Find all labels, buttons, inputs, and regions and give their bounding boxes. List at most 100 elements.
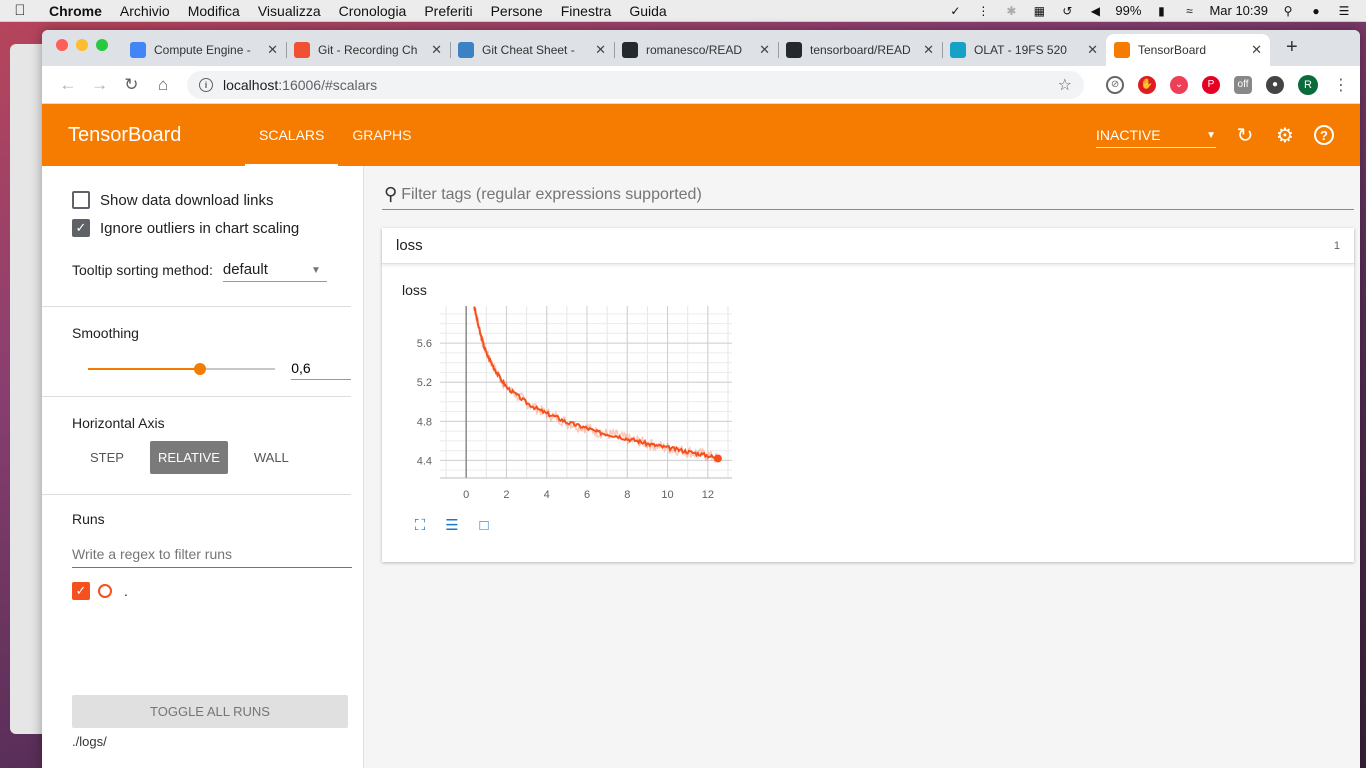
log-scale-icon[interactable]: ☰ (442, 516, 462, 534)
block-extension-icon[interactable]: ⊘ (1106, 75, 1125, 94)
browser-tab[interactable]: OLAT - 19FS 520 ✕ (942, 34, 1106, 66)
axis-step-button[interactable]: STEP (72, 441, 142, 474)
inactive-plugins-select[interactable]: INACTIVE ▼ (1096, 123, 1216, 148)
reload-icon[interactable]: ↻ (116, 75, 148, 95)
siri-icon[interactable]: ● (1308, 4, 1324, 18)
menu-cronologia[interactable]: Cronologia (330, 3, 416, 19)
wifi-icon[interactable]: ≈ (1181, 4, 1197, 18)
options-section: Show data download links ✓ Ignore outlie… (42, 166, 351, 307)
address-bar[interactable]: i localhost:16006/#scalars ☆ (187, 70, 1085, 99)
browser-tab[interactable]: Compute Engine - ✕ (122, 34, 286, 66)
url-host: localhost (223, 76, 279, 93)
close-tab-icon[interactable]: ✕ (267, 42, 278, 58)
circles-extension-icon[interactable]: ● (1266, 75, 1285, 94)
close-tab-icon[interactable]: ✕ (923, 42, 934, 58)
tab-graphs[interactable]: GRAPHS (338, 104, 425, 166)
tab-title: TensorBoard (1138, 43, 1207, 57)
back-button[interactable]: ← (52, 75, 84, 95)
browser-tab[interactable]: Git Cheat Sheet - ✕ (450, 34, 614, 66)
browser-toolbar: ← → ↻ ⌂ i localhost:16006/#scalars ☆ ⊘ ✋… (42, 66, 1360, 104)
minimize-window-button[interactable] (76, 39, 88, 51)
bookmark-star-icon[interactable]: ☆ (1058, 75, 1072, 95)
ignore-outliers-option[interactable]: ✓ Ignore outliers in chart scaling (72, 214, 351, 242)
run-row[interactable]: ✓ . (72, 582, 363, 600)
download-links-option[interactable]: Show data download links (72, 186, 351, 214)
time-machine-icon[interactable]: ↺ (1059, 4, 1075, 18)
menu-preferiti[interactable]: Preferiti (415, 3, 481, 19)
smoothing-slider[interactable] (88, 359, 276, 379)
close-tab-icon[interactable]: ✕ (431, 42, 442, 58)
forward-button[interactable]: → (84, 75, 116, 95)
runs-filter-input[interactable]: Write a regex to filter runs (72, 541, 352, 568)
slider-thumb[interactable] (194, 362, 207, 375)
olat-icon (950, 42, 966, 58)
help-icon[interactable]: ? (1314, 125, 1334, 145)
browser-tab[interactable]: romanesco/READ ✕ (614, 34, 778, 66)
spotlight-icon[interactable]: ⚲ (1280, 4, 1296, 18)
smoothing-input[interactable]: 0,6 (291, 357, 351, 380)
site-info-icon[interactable]: i (199, 77, 213, 92)
horizontal-axis-buttons: STEP RELATIVE WALL (72, 441, 351, 494)
bluetooth-icon[interactable]: ✱ (1003, 4, 1019, 18)
battery-percent[interactable]: 99% (1115, 3, 1141, 18)
fullscreen-icon[interactable]: ⛶ (410, 516, 430, 534)
chrome-menu-icon[interactable]: ⋮ (1332, 76, 1350, 94)
close-tab-icon[interactable]: ✕ (595, 42, 606, 58)
menu-app[interactable]: Chrome (40, 3, 111, 19)
menubar-status: ✓ ⋮ ✱ ▦ ↺ ◀ 99% ▮ ≈ Mar 10:39 ⚲ ● ☰ (947, 3, 1366, 18)
menu-modifica[interactable]: Modifica (179, 3, 249, 19)
cpu-icon[interactable]: ▦ (1031, 4, 1047, 18)
menu-visualizza[interactable]: Visualizza (249, 3, 330, 19)
ignore-outliers-checkbox[interactable]: ✓ (72, 219, 90, 237)
menu-finestra[interactable]: Finestra (552, 3, 621, 19)
menu-persone[interactable]: Persone (482, 3, 552, 19)
pocket-extension-icon[interactable]: ⌄ (1170, 75, 1189, 94)
settings-gear-icon[interactable]: ⚙ (1274, 124, 1296, 147)
browser-tab[interactable]: tensorboard/READ ✕ (778, 34, 942, 66)
browser-tab[interactable]: Git - Recording Ch ✕ (286, 34, 450, 66)
close-tab-icon[interactable]: ✕ (1251, 42, 1262, 58)
home-icon[interactable]: ⌂ (147, 75, 179, 95)
grid-icon[interactable]: ⋮ (975, 4, 991, 18)
axis-wall-button[interactable]: WALL (236, 441, 307, 474)
ignore-outliers-label: Ignore outliers in chart scaling (100, 219, 300, 237)
toggle-all-runs-button[interactable]: TOGGLE ALL RUNS (72, 695, 348, 728)
tag-filter[interactable]: ⚲ Filter tags (regular expressions suppo… (382, 180, 1354, 210)
fullscreen-window-button[interactable] (96, 39, 108, 51)
menu-guida[interactable]: Guida (620, 3, 675, 19)
battery-icon[interactable]: ▮ (1153, 4, 1169, 18)
tag-filter-input[interactable]: Filter tags (regular expressions support… (401, 186, 702, 204)
horizontal-axis-label: Horizontal Axis (72, 415, 165, 431)
volume-icon[interactable]: ◀ (1087, 4, 1103, 18)
run-checkbox[interactable]: ✓ (72, 582, 90, 600)
gcp-icon (130, 42, 146, 58)
new-tab-button[interactable]: + (1286, 36, 1298, 59)
tooltip-sorting-select[interactable]: default ▼ (222, 258, 327, 282)
feather-icon[interactable]: ✓ (947, 4, 963, 18)
tensorboard-title[interactable]: TensorBoard (68, 124, 245, 147)
close-tab-icon[interactable]: ✕ (1087, 42, 1098, 58)
close-window-button[interactable] (56, 39, 68, 51)
close-tab-icon[interactable]: ✕ (759, 42, 770, 58)
x-tick-label: 2 (503, 489, 509, 501)
pinterest-extension-icon[interactable]: P (1202, 75, 1221, 94)
adblock-extension-icon[interactable]: ✋ (1138, 75, 1157, 94)
notification-center-icon[interactable]: ☰ (1336, 4, 1352, 18)
axis-relative-button[interactable]: RELATIVE (149, 441, 228, 474)
x-tick-label: 6 (584, 489, 590, 501)
menu-archivio[interactable]: Archivio (111, 3, 179, 19)
tooltip-sorting-row: Tooltip sorting method: default ▼ (72, 258, 351, 306)
loss-chart[interactable]: 0 2 4 6 8 10 12 4.4 4.8 5.2 5.6 (402, 300, 742, 510)
apple-icon[interactable]:  (0, 2, 40, 19)
tab-scalars[interactable]: SCALARS (245, 104, 339, 166)
download-links-checkbox[interactable] (72, 191, 90, 209)
browser-tab[interactable]: TensorBoard ✕ (1106, 34, 1270, 66)
refresh-icon[interactable]: ↻ (1234, 124, 1256, 147)
off-extension-icon[interactable]: off (1234, 75, 1253, 94)
git-cheat-icon (458, 42, 474, 58)
fit-domain-icon[interactable]: □ (474, 516, 494, 534)
clock[interactable]: Mar 10:39 (1209, 3, 1268, 18)
tensorboard-icon (1114, 42, 1130, 58)
profile-avatar[interactable]: R (1298, 74, 1319, 95)
card-header[interactable]: loss 1 (382, 228, 1354, 264)
